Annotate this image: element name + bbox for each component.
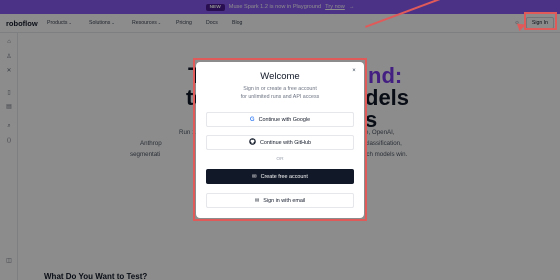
annotation-box-modal [193, 58, 367, 221]
annotation-box-signin [524, 12, 557, 30]
